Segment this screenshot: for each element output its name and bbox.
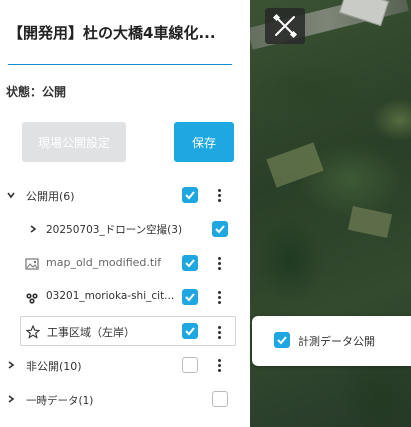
layer-item-label: 03201_morioka-shi_cit...: [46, 290, 175, 302]
measurement-public-checkbox[interactable]: [274, 332, 290, 348]
more-options-icon[interactable]: [214, 186, 224, 204]
more-options-icon[interactable]: [214, 356, 224, 374]
layer-item-label: map_old_modified.tif: [46, 256, 162, 269]
more-options-icon[interactable]: [214, 254, 224, 272]
page-title: 【開発用】杜の大橋4車線化...: [8, 24, 216, 42]
layer-visibility-checkbox[interactable]: [212, 221, 228, 237]
layer-group-label: 一時データ(1): [26, 395, 94, 407]
map-tools-button[interactable]: [265, 8, 305, 44]
more-options-icon[interactable]: [214, 323, 224, 341]
layer-group-label: 公開用(6): [26, 190, 75, 203]
layer-item-morioka[interactable]: 03201_morioka-shi_cit...: [0, 283, 250, 311]
more-options-icon[interactable]: [214, 288, 224, 306]
title-underline: [8, 64, 232, 65]
chevron-down-icon[interactable]: [6, 190, 16, 200]
layer-group-public[interactable]: 公開用(6): [0, 181, 250, 209]
point-cloud-icon: [25, 290, 39, 304]
star-icon: [25, 324, 41, 339]
layer-visibility-checkbox[interactable]: [182, 255, 198, 271]
chevron-right-icon[interactable]: [6, 360, 16, 370]
layer-group-label: 非公開(10): [26, 360, 82, 373]
tools-cross-icon: [272, 13, 298, 39]
layer-panel: 【開発用】杜の大橋4車線化... 状態：公開 現場公開設定 保存 公開用(6) …: [0, 0, 250, 427]
status-text: 状態：公開: [6, 85, 67, 99]
layer-folder-label: 20250703_ドローン空撮(3): [46, 224, 183, 236]
measurement-public-label: 計測データ公開: [298, 335, 375, 348]
chevron-right-icon[interactable]: [6, 394, 16, 404]
layer-item-label: 工事区域（左岸）: [47, 326, 135, 339]
layer-group-private[interactable]: 非公開(10): [0, 351, 250, 379]
layer-item-map-tif[interactable]: map_old_modified.tif: [0, 249, 250, 277]
image-icon: [25, 256, 39, 270]
publish-settings-button[interactable]: 現場公開設定: [22, 122, 126, 162]
map-field: [347, 206, 393, 238]
layer-visibility-checkbox[interactable]: [182, 289, 198, 305]
layer-visibility-checkbox[interactable]: [212, 391, 228, 407]
save-button[interactable]: 保存: [174, 122, 234, 162]
layer-folder-drone[interactable]: 20250703_ドローン空撮(3): [0, 215, 250, 243]
chevron-right-icon[interactable]: [28, 224, 38, 234]
layer-visibility-checkbox[interactable]: [182, 323, 198, 339]
layer-visibility-checkbox[interactable]: [182, 187, 198, 203]
layer-visibility-checkbox[interactable]: [182, 357, 198, 373]
layer-group-temp[interactable]: 一時データ(1): [0, 385, 250, 413]
layer-options-popup: 計測データ公開: [252, 316, 411, 366]
map-field: [266, 142, 324, 188]
layer-item-construction-area[interactable]: 工事区域（左岸）: [20, 316, 236, 346]
